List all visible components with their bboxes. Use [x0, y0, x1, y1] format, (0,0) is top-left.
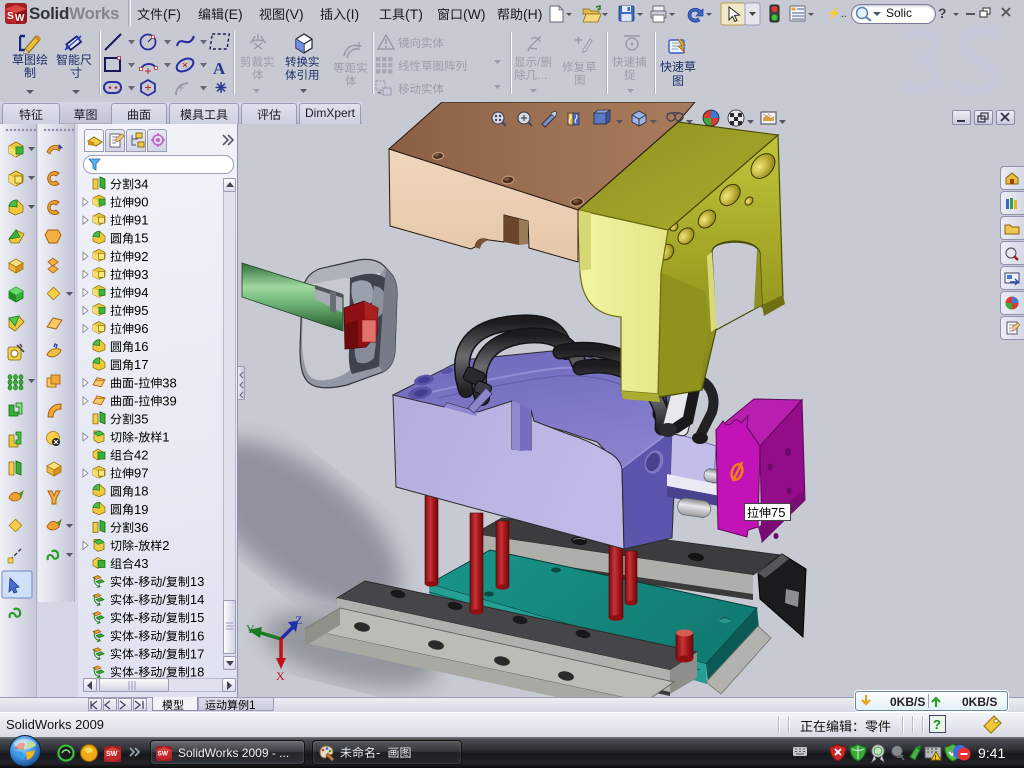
svg-text:34: 34: [134, 177, 148, 192]
svg-text:17: 17: [134, 357, 148, 372]
svg-text:(H): (H): [523, 6, 542, 22]
svg-text:16: 16: [134, 339, 148, 354]
svg-text:1: 1: [162, 430, 169, 445]
svg-text:(I): (I): [346, 6, 359, 22]
svg-text:/: /: [162, 664, 166, 679]
svg-text:75: 75: [771, 505, 785, 520]
svg-text:91: 91: [134, 213, 148, 228]
svg-text:(T): (T): [405, 6, 423, 22]
svg-text:2: 2: [162, 538, 169, 553]
svg-text:(W): (W): [463, 6, 486, 22]
svg-text:/: /: [162, 646, 166, 661]
svg-text:-: -: [134, 664, 138, 679]
svg-text:19: 19: [134, 502, 148, 517]
svg-text:18: 18: [190, 664, 204, 679]
svg-text:35: 35: [134, 411, 148, 426]
svg-text:96: 96: [134, 321, 148, 336]
svg-text:92: 92: [134, 249, 148, 264]
svg-text:94: 94: [134, 285, 148, 300]
svg-text:16: 16: [190, 628, 204, 643]
svg-text:36: 36: [134, 520, 148, 535]
svg-text:38: 38: [162, 375, 176, 390]
svg-text:42: 42: [134, 448, 148, 463]
svg-text:-: -: [134, 393, 138, 408]
svg-text:(V): (V): [285, 6, 304, 22]
svg-text:/: /: [162, 592, 166, 607]
svg-text:43: 43: [134, 556, 148, 571]
svg-text:-: -: [134, 592, 138, 607]
svg-text:-: -: [134, 628, 138, 643]
svg-text:13: 13: [190, 574, 204, 589]
svg-text:/: /: [537, 55, 541, 69]
svg-text:(F): (F): [163, 6, 181, 22]
svg-text:-: -: [134, 646, 138, 661]
svg-text:15: 15: [134, 231, 148, 246]
svg-text:/: /: [162, 574, 166, 589]
svg-text:93: 93: [134, 267, 148, 282]
svg-text:...: ...: [537, 68, 547, 82]
svg-text:-: -: [376, 745, 380, 760]
svg-text:17: 17: [190, 646, 204, 661]
svg-text:14: 14: [190, 592, 204, 607]
svg-text:18: 18: [134, 484, 148, 499]
svg-text:/: /: [162, 610, 166, 625]
svg-text:1: 1: [249, 698, 256, 712]
svg-text:39: 39: [162, 393, 176, 408]
svg-text:90: 90: [134, 195, 148, 210]
svg-text:-: -: [134, 574, 138, 589]
svg-text:-: -: [134, 430, 138, 445]
svg-text:-: -: [134, 375, 138, 390]
svg-text:(E): (E): [224, 6, 243, 22]
svg-text:/: /: [162, 628, 166, 643]
svg-text:95: 95: [134, 303, 148, 318]
svg-text:-: -: [134, 538, 138, 553]
svg-text:97: 97: [134, 466, 148, 481]
svg-text:15: 15: [190, 610, 204, 625]
svg-text:-: -: [134, 610, 138, 625]
